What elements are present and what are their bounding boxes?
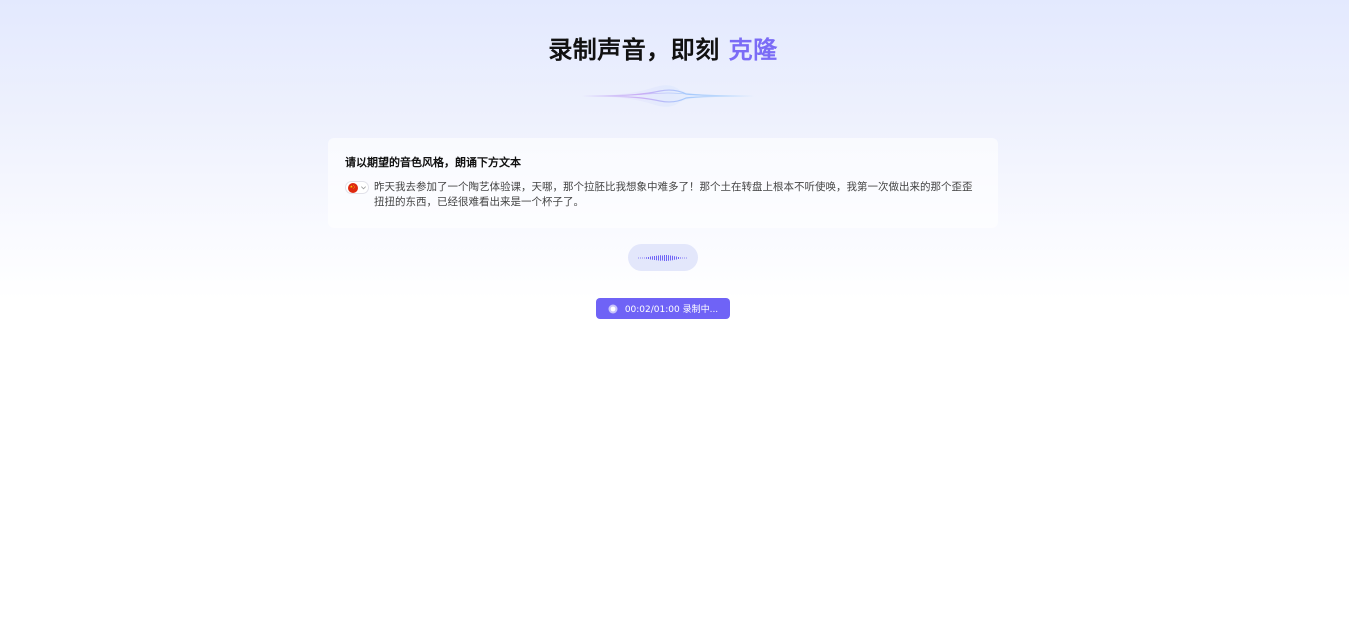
level-bar bbox=[670, 255, 671, 260]
level-bar bbox=[682, 257, 683, 258]
level-bar bbox=[644, 257, 645, 258]
level-bar bbox=[684, 257, 685, 258]
recording-status-button[interactable]: 00:02/01:00 录制中... bbox=[596, 298, 730, 319]
level-bar bbox=[664, 254, 665, 261]
level-bar bbox=[674, 255, 675, 260]
level-bar bbox=[642, 257, 643, 258]
level-bar bbox=[646, 256, 647, 259]
recording-status-label: 00:02/01:00 录制中... bbox=[624, 305, 719, 315]
level-bar bbox=[654, 255, 655, 260]
audio-level-bars-icon bbox=[638, 254, 687, 261]
level-bar bbox=[686, 257, 687, 258]
level-bar bbox=[656, 255, 657, 260]
level-bar bbox=[662, 255, 663, 260]
clone-recording-page: 录制声音，即刻 克隆 请以期望的音色风格，朗诵下方文本 昨天我去参加了一个陶艺体… bbox=[0, 0, 1349, 629]
language-select[interactable] bbox=[345, 181, 369, 194]
soundwave-decoration-icon bbox=[572, 85, 762, 107]
level-bar bbox=[638, 257, 639, 258]
level-bar bbox=[668, 254, 669, 261]
title-accent: 克隆 bbox=[728, 36, 778, 64]
record-icon bbox=[608, 304, 618, 313]
title-main: 录制声音，即刻 bbox=[548, 36, 729, 64]
level-bar bbox=[676, 256, 677, 259]
level-bar bbox=[652, 255, 653, 260]
prompt-heading: 请以期望的音色风格，朗诵下方文本 bbox=[345, 156, 521, 169]
page-title: 录制声音，即刻 克隆 bbox=[0, 30, 1326, 65]
chevron-down-icon bbox=[361, 186, 366, 190]
level-bar bbox=[648, 256, 649, 259]
level-bar bbox=[680, 256, 681, 259]
level-bar bbox=[660, 254, 661, 261]
level-bar bbox=[666, 254, 667, 261]
level-bar bbox=[672, 255, 673, 260]
level-bar bbox=[678, 256, 679, 259]
level-bar bbox=[640, 257, 641, 258]
prompt-card: 请以期望的音色风格，朗诵下方文本 昨天我去参加了一个陶艺体验课，天哪，那个拉胚比… bbox=[328, 138, 998, 228]
recording-level-indicator bbox=[628, 244, 698, 271]
prompt-text: 昨天我去参加了一个陶艺体验课，天哪，那个拉胚比我想象中难多了！那个土在转盘上根本… bbox=[374, 181, 973, 208]
level-bar bbox=[658, 255, 659, 260]
level-bar bbox=[650, 256, 651, 259]
china-flag-icon bbox=[348, 182, 358, 193]
prompt-row: 昨天我去参加了一个陶艺体验课，天哪，那个拉胚比我想象中难多了！那个土在转盘上根本… bbox=[345, 180, 982, 210]
